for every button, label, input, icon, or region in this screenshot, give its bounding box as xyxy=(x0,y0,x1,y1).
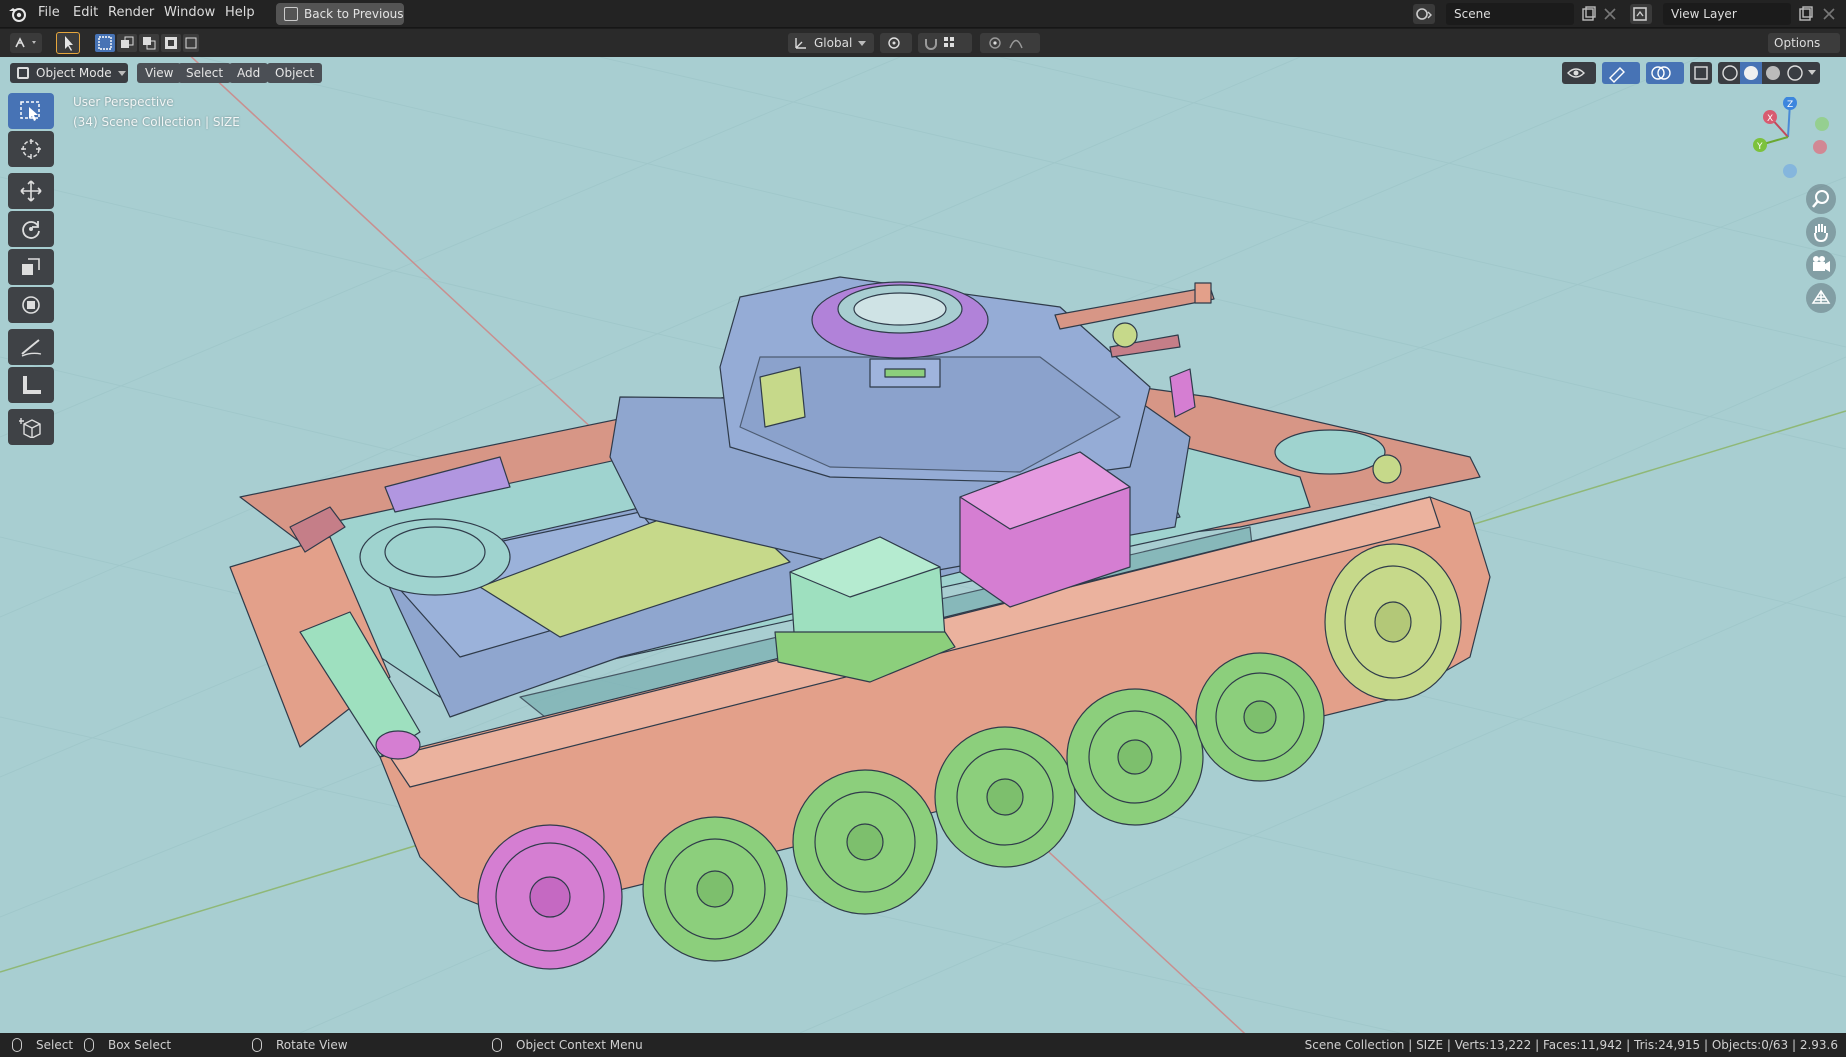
proportional-editing-controls[interactable] xyxy=(980,33,1040,53)
menu-help[interactable]: Help xyxy=(225,5,255,20)
cursor-arrow-icon xyxy=(65,36,73,51)
view-layer-value: View Layer xyxy=(1671,7,1737,21)
camera-icon xyxy=(1813,256,1830,272)
options-label: Options xyxy=(1774,36,1821,50)
scene-statistics: Scene Collection | SIZE | Verts:13,222 |… xyxy=(1304,1038,1838,1052)
tool-select-box[interactable] xyxy=(8,93,54,129)
orientation-axes-icon xyxy=(795,38,806,49)
pivot-point-icon xyxy=(888,37,900,49)
view-layer-icon xyxy=(1633,7,1647,21)
status-select-label: Select xyxy=(36,1038,74,1052)
blender-logo-icon[interactable] xyxy=(8,5,28,23)
screen-icon xyxy=(284,7,298,21)
back-to-previous-button[interactable]: Back to Previous xyxy=(276,3,404,25)
viewport-menu-object[interactable]: Object xyxy=(267,63,323,83)
gizmo-y-label: Y xyxy=(1756,142,1763,152)
snap-magnet-icon xyxy=(925,37,954,50)
3d-viewport[interactable]: Object Mode View Select Add Object User … xyxy=(0,57,1846,1033)
tool-annotate[interactable] xyxy=(8,329,54,365)
tool-rotate[interactable] xyxy=(8,211,54,247)
ortho-toggle-button[interactable] xyxy=(1806,283,1836,313)
tool-measure[interactable] xyxy=(8,367,54,403)
mouse-left-icon xyxy=(12,1038,22,1052)
transform-orientation-value: Global xyxy=(814,36,853,50)
mouse-right-icon xyxy=(492,1038,502,1052)
pivot-point-select[interactable] xyxy=(880,33,912,53)
object-mode-icon xyxy=(17,67,29,79)
top-menu-bar: File Edit Render Window Help Back to Pre… xyxy=(0,0,1846,28)
tool-transform[interactable] xyxy=(8,287,54,323)
transform-orientation-select[interactable]: Global xyxy=(788,33,874,53)
delete-view-layer-icon[interactable] xyxy=(1822,7,1836,21)
move-arrows-icon xyxy=(20,180,42,202)
scene-icon xyxy=(1416,8,1432,20)
scale-icon xyxy=(22,258,40,275)
tool-select-button[interactable] xyxy=(56,32,80,54)
object-mode-select[interactable]: Object Mode xyxy=(10,63,128,83)
rotate-icon xyxy=(22,221,40,239)
camera-view-button[interactable] xyxy=(1806,250,1836,280)
snap-controls[interactable] xyxy=(918,33,972,53)
editor-type-button[interactable] xyxy=(10,33,42,53)
grid-icon xyxy=(1811,289,1831,304)
pan-view-button[interactable] xyxy=(1806,217,1836,247)
scene-name-value: Scene xyxy=(1454,7,1491,21)
new-view-layer-icon[interactable] xyxy=(1798,6,1814,22)
mouse-drag-icon xyxy=(84,1038,94,1052)
collection-info-label: (34) Scene Collection | SIZE xyxy=(73,115,240,129)
delete-scene-icon[interactable] xyxy=(1603,7,1617,21)
back-to-previous-label: Back to Previous xyxy=(304,7,404,21)
tool-add-cube[interactable] xyxy=(8,409,54,445)
scene-render[interactable] xyxy=(0,57,1846,1033)
viewport-shading-controls[interactable] xyxy=(1562,62,1842,84)
object-mode-label: Object Mode xyxy=(36,66,112,80)
menu-window[interactable]: Window xyxy=(164,5,215,20)
select-box-icon xyxy=(20,101,40,121)
cursor-target-icon xyxy=(21,139,41,159)
zoom-view-button[interactable] xyxy=(1806,184,1836,214)
ruler-icon xyxy=(23,376,41,394)
menu-file[interactable]: File xyxy=(38,5,60,20)
navigation-gizmo[interactable]: Z X Y xyxy=(1750,97,1840,187)
scene-name-field[interactable]: Scene xyxy=(1446,3,1574,25)
view-layer-field[interactable]: View Layer xyxy=(1663,3,1791,25)
gizmo-x-label: X xyxy=(1767,114,1773,124)
status-context-menu-label: Object Context Menu xyxy=(516,1038,643,1052)
mouse-middle-icon xyxy=(252,1038,262,1052)
zoom-icon xyxy=(1812,190,1829,208)
tool-scale[interactable] xyxy=(8,249,54,285)
viewport-menu-add[interactable]: Add xyxy=(229,63,269,83)
tool-cursor[interactable] xyxy=(8,131,54,167)
options-dropdown[interactable]: Options xyxy=(1768,33,1840,66)
add-cube-icon xyxy=(19,418,41,438)
gizmo-z-label: Z xyxy=(1787,100,1793,110)
editor-type-icon xyxy=(15,37,36,48)
perspective-label: User Perspective xyxy=(73,95,174,109)
viewport-menu-select[interactable]: Select xyxy=(178,63,232,83)
menu-render[interactable]: Render xyxy=(108,5,154,20)
status-box-select-label: Box Select xyxy=(108,1038,172,1052)
transform-icon xyxy=(22,296,40,314)
pencil-icon xyxy=(21,339,42,357)
status-bar: Select Box Select Rotate View Object Con… xyxy=(0,1033,1846,1057)
scene-browse-button[interactable] xyxy=(1413,4,1435,24)
menu-edit[interactable]: Edit xyxy=(73,5,98,20)
tool-move[interactable] xyxy=(8,173,54,209)
new-scene-icon[interactable] xyxy=(1581,6,1597,22)
tank-model xyxy=(229,276,1491,970)
tool-settings-header: Global Options xyxy=(0,29,1846,66)
status-rotate-view-label: Rotate View xyxy=(276,1038,348,1052)
viewport-menu-view[interactable]: View xyxy=(137,63,182,83)
view-layer-browse-button[interactable] xyxy=(1630,4,1652,24)
proportional-edit-icon xyxy=(989,37,1023,49)
selection-mode-icons[interactable] xyxy=(95,34,199,52)
hand-icon xyxy=(1814,224,1828,243)
